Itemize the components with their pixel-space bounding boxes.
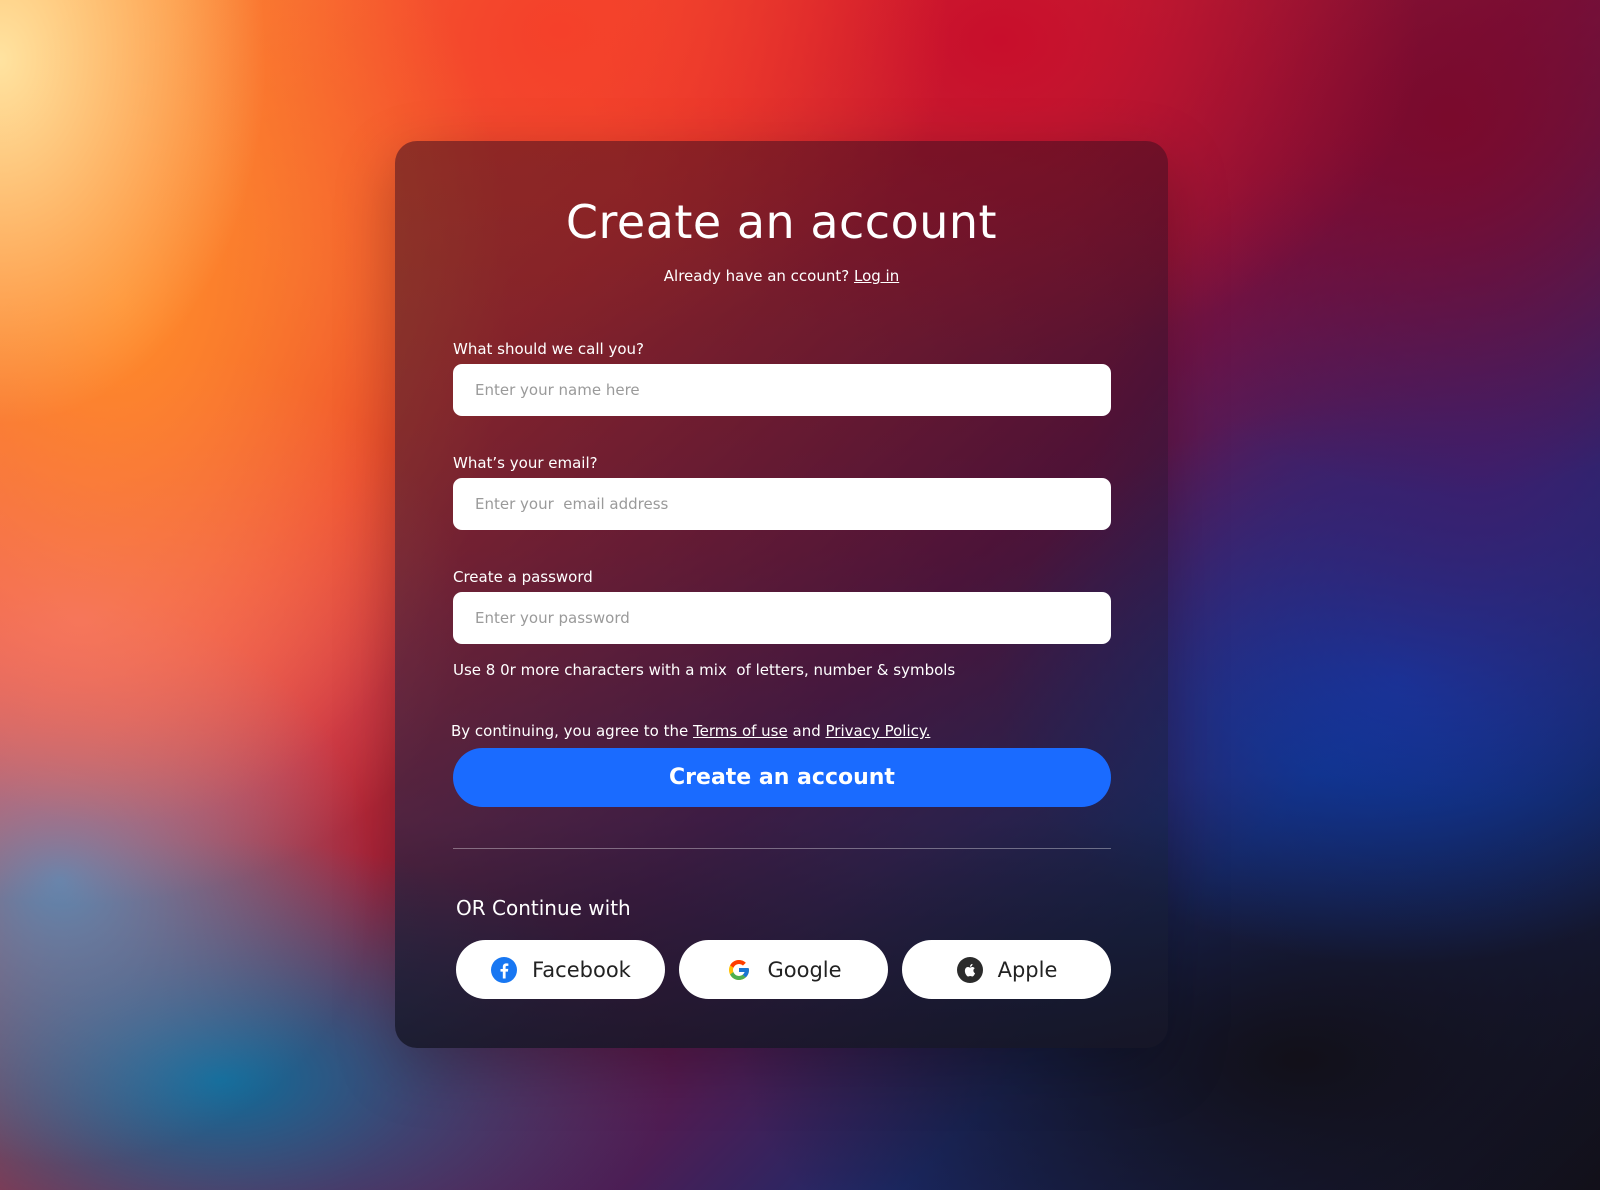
facebook-icon: [490, 956, 518, 984]
terms-and: and: [792, 722, 821, 740]
apple-label: Apple: [997, 957, 1058, 982]
privacy-policy-link[interactable]: Privacy Policy.: [826, 722, 931, 740]
name-input[interactable]: [453, 364, 1111, 416]
google-icon: [725, 956, 753, 984]
page-title: Create an account: [565, 195, 998, 249]
password-hint: Use 8 0r more characters with a mix of l…: [453, 661, 956, 679]
login-prompt: Already have an ccount? Log in: [395, 267, 1168, 285]
password-input[interactable]: [453, 592, 1111, 644]
google-label: Google: [767, 957, 842, 982]
name-label: What should we call you?: [453, 340, 644, 358]
create-account-button[interactable]: Create an account: [453, 748, 1111, 807]
terms-of-use-link[interactable]: Terms of use: [693, 722, 788, 740]
facebook-label: Facebook: [532, 957, 631, 982]
password-label: Create a password: [453, 568, 593, 586]
login-prompt-text: Already have an ccount?: [663, 267, 850, 285]
social-heading: OR Continue with: [456, 896, 631, 920]
facebook-button[interactable]: Facebook: [456, 940, 665, 999]
email-input[interactable]: [453, 478, 1111, 530]
terms-notice: By continuing, you agree to the Terms of…: [451, 722, 930, 740]
email-label: What’s your email?: [453, 454, 598, 472]
apple-button[interactable]: Apple: [902, 940, 1111, 999]
signup-card: Create an account Already have an ccount…: [395, 141, 1168, 1048]
login-link[interactable]: Log in: [854, 267, 899, 285]
terms-prefix: By continuing, you agree to the: [451, 722, 689, 740]
divider: [453, 848, 1111, 849]
apple-icon: [956, 956, 984, 984]
google-button[interactable]: Google: [679, 940, 888, 999]
